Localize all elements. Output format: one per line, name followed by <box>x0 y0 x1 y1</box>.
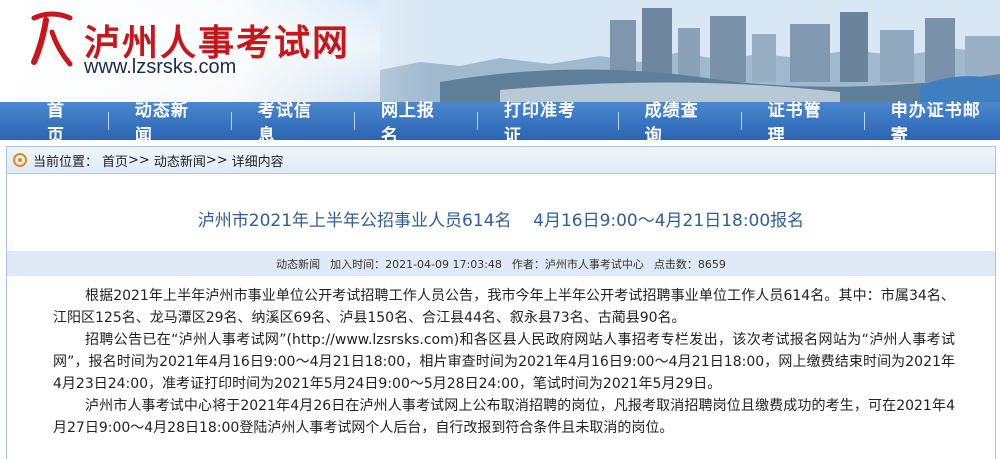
content-panel: 当前位置： 首页 >> 动态新闻 >> 详细内容 泸州市2021年上半年公招事业… <box>6 146 996 459</box>
article-author: 作者：泸州市人事考试中心 <box>511 257 644 271</box>
nav-divider <box>107 112 109 130</box>
location-pin-icon <box>13 153 27 167</box>
breadcrumb-home-link[interactable]: 首页 <box>102 151 128 170</box>
site-banner: 泸州人事考试网 www.lzsrsks.com <box>0 0 1000 102</box>
nav-certificate-management-label: 证书管理 <box>767 101 822 146</box>
site-url[interactable]: www.lzsrsks.com <box>84 56 236 79</box>
nav-score-query[interactable]: 成绩查询 <box>641 101 719 146</box>
nav-divider <box>617 112 619 130</box>
breadcrumb: 当前位置： 首页 >> 动态新闻 >> 详细内容 <box>7 147 995 174</box>
breadcrumb-separator: >> <box>128 152 150 168</box>
site-logo-icon[interactable] <box>28 10 76 70</box>
breadcrumb-current: 详细内容 <box>231 154 284 170</box>
article-category: 动态新闻 <box>276 257 321 271</box>
city-skyline-image <box>380 0 1000 102</box>
nav-score-query-label: 成绩查询 <box>644 101 699 146</box>
nav-exam-info[interactable]: 考试信息 <box>254 101 332 146</box>
nav-certificate-mailing-label: 申办证书邮寄 <box>890 101 981 146</box>
nav-online-registration-label: 网上报名 <box>380 101 435 146</box>
nav-print-admission-label: 打印准考证 <box>503 101 576 146</box>
nav-certificate-management[interactable]: 证书管理 <box>764 101 842 146</box>
nav-news[interactable]: 动态新闻 <box>131 101 209 146</box>
article-paragraph: 根据2021年上半年泸州市事业单位公开考试招聘工作人员公告，我市今年上半年公开考… <box>53 288 955 326</box>
breadcrumb-prefix: 当前位置： <box>33 154 99 170</box>
article-paragraph: 招聘公告已在“泸州人事考试网”(http://www.lzsrsks.com)和… <box>53 332 955 392</box>
nav-certificate-mailing[interactable]: 申办证书邮寄 <box>887 101 1000 146</box>
nav-home[interactable]: 首页 <box>43 101 86 146</box>
nav-divider <box>740 112 742 130</box>
nav-divider <box>353 112 355 130</box>
nav-news-label: 动态新闻 <box>134 101 189 146</box>
article-views: 点击数：8659 <box>653 257 726 271</box>
article-body: 根据2021年上半年泸州市事业单位公开考试招聘工作人员公告，我市今年上半年公开考… <box>7 285 995 439</box>
nav-print-admission[interactable]: 打印准考证 <box>500 101 596 146</box>
nav-divider <box>230 112 232 130</box>
article-added-time: 加入时间：2021-04-09 17:03:48 <box>330 257 502 271</box>
main-nav: 首页 动态新闻 考试信息 网上报名 打印准考证 成绩查询 证书管理 申办证书邮寄 <box>0 101 1000 146</box>
article-meta-bar: 动态新闻 加入时间：2021-04-09 17:03:48 作者：泸州市人事考试… <box>7 251 995 276</box>
nav-online-registration[interactable]: 网上报名 <box>377 101 455 146</box>
breadcrumb-separator: >> <box>205 152 228 168</box>
article-paragraph: 泸州市人事考试中心将于2021年4月26日在泸州人事考试网上公布取消招聘的岗位，… <box>53 398 955 436</box>
breadcrumb-section-link[interactable]: 动态新闻 <box>154 151 206 170</box>
nav-divider <box>477 112 478 130</box>
nav-home-label: 首页 <box>46 101 65 146</box>
nav-divider <box>863 112 865 130</box>
nav-exam-info-label: 考试信息 <box>257 101 312 146</box>
article-title: 泸州市2021年上半年公招事业人员614名 4月16日9:00～4月21日18:… <box>197 211 805 231</box>
